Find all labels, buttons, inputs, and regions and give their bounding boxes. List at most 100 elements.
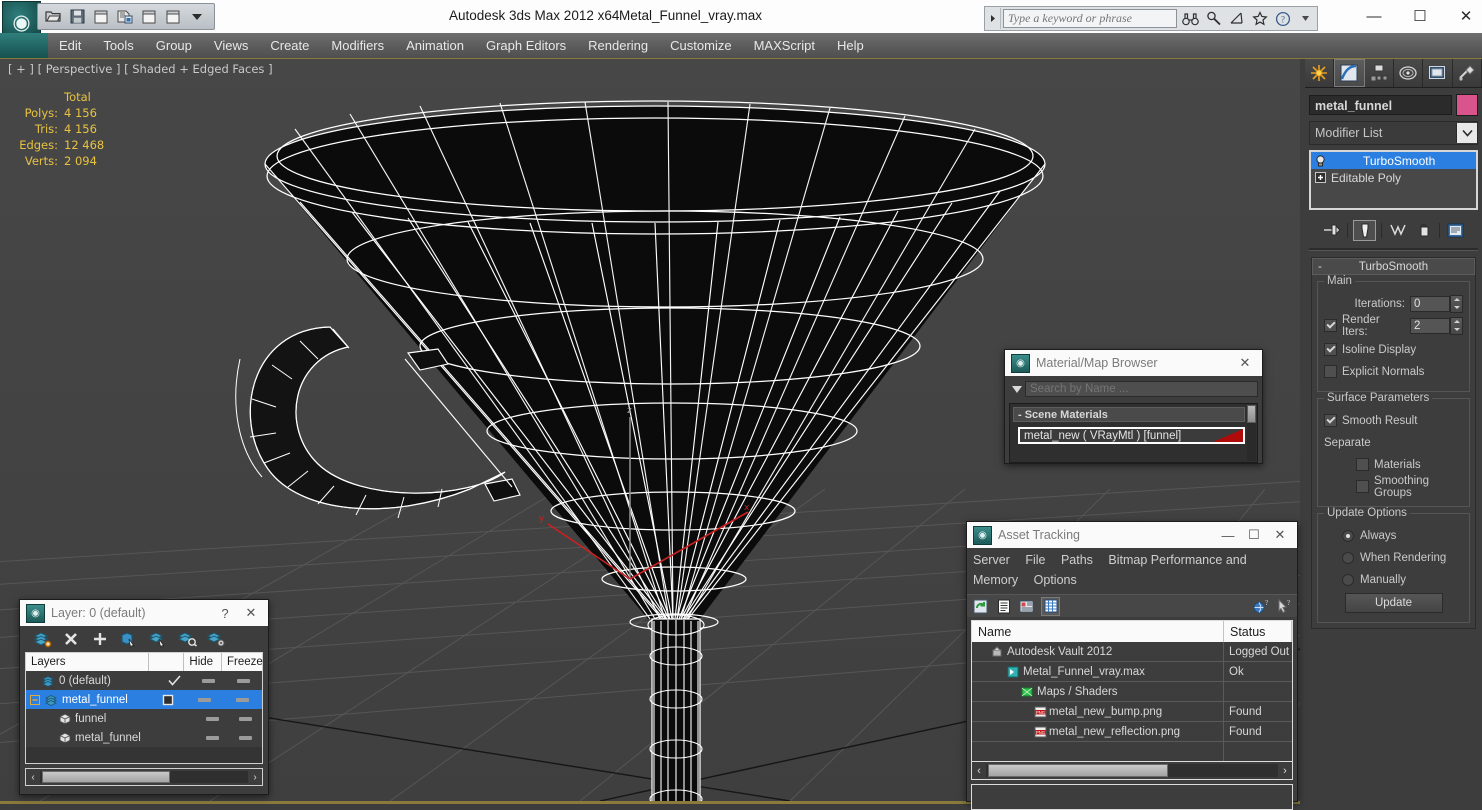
material-browser-list[interactable]: - Scene Materials metal_new ( VRayMtl ) …	[1009, 403, 1258, 463]
minimize-icon[interactable]: —	[1215, 524, 1241, 546]
rollout-header[interactable]: - TurboSmooth	[1312, 258, 1475, 275]
scroll-right-icon[interactable]: ›	[248, 770, 262, 784]
menu-item-group[interactable]: Group	[145, 33, 203, 58]
material-list-item[interactable]: metal_new ( VRayMtl ) [funnel]	[1018, 427, 1245, 444]
show-end-result-icon[interactable]	[1353, 219, 1376, 241]
menu-item-edit[interactable]: Edit	[48, 33, 92, 58]
help-dropdown-icon[interactable]	[1294, 8, 1317, 29]
search-expand-icon[interactable]	[985, 8, 1001, 29]
modifier-list-dropdown[interactable]: Modifier List	[1309, 121, 1478, 145]
make-unique-icon[interactable]	[1387, 221, 1408, 240]
help-icon[interactable]: ?	[212, 602, 238, 624]
scene-materials-group-header[interactable]: - Scene Materials	[1013, 407, 1245, 422]
help-icon[interactable]: ?	[1271, 8, 1294, 29]
asset-tracking-table[interactable]: Name Status Autodesk Vault 2012 Logged O…	[971, 620, 1293, 762]
separate-smoothing-groups-checkbox[interactable]	[1356, 480, 1369, 493]
motion-tab[interactable]	[1393, 59, 1424, 87]
menu-item-customize[interactable]: Customize	[659, 33, 742, 58]
highlight-layer-icon[interactable]	[148, 629, 168, 649]
smooth-result-checkbox[interactable]	[1324, 414, 1337, 427]
close-icon[interactable]: ✕	[1232, 352, 1258, 374]
update-when-rendering-row[interactable]: When Rendering	[1324, 548, 1463, 567]
material-browser-scrollbar[interactable]	[1247, 405, 1256, 461]
modify-tab[interactable]	[1334, 59, 1365, 87]
favorite-star-icon[interactable]	[1248, 8, 1271, 29]
smooth-result-row[interactable]: Smooth Result	[1324, 411, 1463, 430]
modifier-stack[interactable]: TurboSmooth Editable Poly	[1309, 150, 1478, 210]
scroll-left-icon[interactable]: ‹	[972, 763, 986, 778]
scrollbar-track[interactable]	[40, 771, 248, 783]
at-menu-paths[interactable]: Paths	[1061, 553, 1093, 567]
table-row[interactable]: PNG metal_new_reflection.png Found	[972, 722, 1292, 742]
hierarchy-tab[interactable]	[1364, 59, 1394, 87]
iterations-spinner[interactable]	[1410, 294, 1463, 313]
save-icon[interactable]	[66, 6, 88, 27]
layer-freeze-toggle[interactable]	[224, 697, 262, 702]
menu-item-maxscript[interactable]: MAXScript	[743, 33, 826, 58]
menu-item-create[interactable]: Create	[259, 33, 320, 58]
list-item[interactable]: funnel	[26, 709, 262, 728]
render-iters-spinner[interactable]	[1410, 316, 1463, 335]
scroll-right-icon[interactable]: ›	[1278, 763, 1292, 778]
separate-materials-checkbox[interactable]	[1356, 458, 1369, 471]
search-input[interactable]	[1003, 9, 1177, 28]
column-header-hide[interactable]: Hide	[184, 653, 222, 671]
column-header-layers[interactable]: Layers	[26, 653, 149, 671]
render-iters-input[interactable]	[1410, 317, 1450, 334]
configure-sets-icon[interactable]	[1445, 221, 1466, 240]
update-manually-radio[interactable]	[1342, 573, 1354, 586]
object-name-field[interactable]: metal_funnel	[1309, 95, 1452, 115]
create-tab[interactable]	[1305, 59, 1335, 87]
scrollbar-thumb[interactable]	[988, 764, 1168, 777]
layer-freeze-toggle[interactable]	[226, 678, 262, 683]
help-globe-icon[interactable]: ?	[1252, 598, 1269, 615]
layer-dialog[interactable]: ◉ Layer: 0 (default) ? ✕ Layers Hide Fre…	[19, 599, 269, 795]
material-browser-titlebar[interactable]: ◉ Material/Map Browser ✕	[1005, 350, 1262, 376]
update-button[interactable]: Update	[1344, 593, 1443, 613]
update-when-rendering-radio[interactable]	[1342, 551, 1354, 564]
close-button[interactable]: ✕	[1443, 2, 1482, 30]
menu-item-views[interactable]: Views	[203, 33, 259, 58]
explicit-normals-row[interactable]: Explicit Normals	[1324, 362, 1463, 381]
detail-view-icon[interactable]	[1018, 598, 1035, 615]
update-manually-row[interactable]: Manually	[1324, 570, 1463, 589]
maximize-icon[interactable]: ☐	[1241, 524, 1267, 546]
list-item[interactable]: 0 (default)	[26, 671, 262, 690]
layer-hide-toggle[interactable]	[191, 678, 226, 683]
minimize-button[interactable]: —	[1351, 2, 1397, 30]
separate-smoothing-groups-row[interactable]: Smoothing Groups	[1324, 475, 1463, 499]
render-iters-stepper[interactable]	[1450, 316, 1463, 335]
table-row[interactable]: PNG metal_new_bump.png Found	[972, 702, 1292, 722]
undo-icon[interactable]	[138, 6, 160, 27]
select-highlight-icon[interactable]	[177, 629, 197, 649]
render-iters-checkbox[interactable]	[1324, 319, 1337, 332]
layer-current-check[interactable]	[157, 675, 190, 686]
at-menu-options[interactable]: Options	[1034, 573, 1077, 587]
scrollbar-thumb[interactable]	[42, 771, 170, 783]
iterations-stepper[interactable]	[1450, 294, 1463, 313]
separate-materials-row[interactable]: Materials	[1324, 455, 1463, 474]
maximize-button[interactable]: ☐	[1397, 2, 1443, 30]
lightbulb-icon[interactable]	[1314, 154, 1327, 167]
chevron-down-icon[interactable]	[186, 6, 208, 27]
update-always-row[interactable]: Always	[1324, 526, 1463, 545]
scrollbar-track[interactable]	[986, 764, 1278, 777]
close-icon[interactable]: ✕	[238, 602, 264, 624]
at-menu-file[interactable]: File	[1025, 553, 1045, 567]
pin-stack-icon[interactable]	[1321, 221, 1342, 240]
isoline-display-row[interactable]: Isoline Display	[1324, 340, 1463, 359]
satellite-dish-icon[interactable]	[1225, 8, 1248, 29]
column-header-freeze[interactable]: Freeze	[222, 653, 263, 671]
search-magnifier-icon[interactable]	[1202, 8, 1225, 29]
scrollbar-thumb[interactable]	[1247, 405, 1256, 423]
display-tab[interactable]	[1423, 59, 1453, 87]
table-row[interactable]	[972, 742, 1292, 761]
layer-current-check[interactable]	[151, 694, 186, 706]
scroll-left-icon[interactable]: ‹	[26, 770, 40, 784]
at-menu-bitmap-performance[interactable]: Bitmap Performance and Memory	[973, 553, 1247, 587]
grid-view-icon[interactable]	[1041, 596, 1060, 616]
select-objects-icon[interactable]	[119, 629, 139, 649]
column-header-name[interactable]: Name	[972, 621, 1224, 642]
isoline-display-checkbox[interactable]	[1324, 343, 1337, 356]
material-search-input[interactable]	[1025, 381, 1258, 397]
